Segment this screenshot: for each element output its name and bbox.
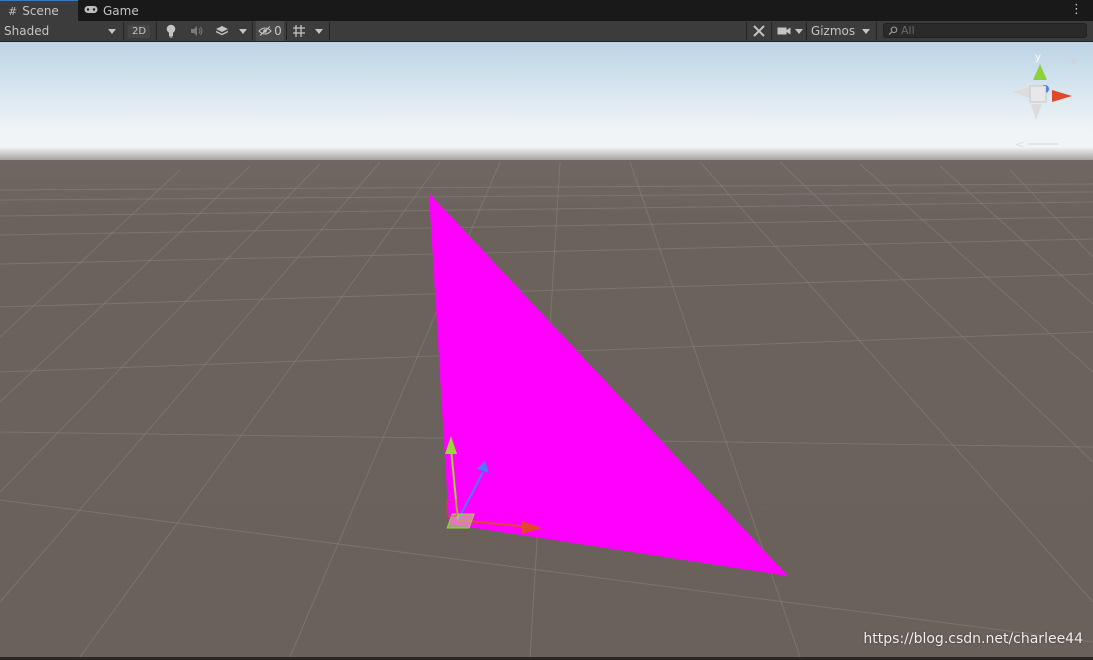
- chevron-down-icon: [315, 28, 323, 34]
- grid-toggle-button[interactable]: [289, 21, 309, 41]
- divider: [876, 22, 877, 40]
- gizmos-label: Gizmos: [810, 24, 856, 38]
- shading-mode-dropdown[interactable]: Shaded: [4, 21, 120, 41]
- tab-game[interactable]: Game: [84, 0, 144, 21]
- scene-search[interactable]: [883, 23, 1087, 38]
- sky: [0, 42, 1093, 164]
- tools-button[interactable]: [749, 21, 769, 41]
- shading-mode-value: Shaded: [4, 24, 50, 38]
- tab-scene-label: Scene: [22, 4, 59, 18]
- effects-toggle-button[interactable]: [211, 21, 233, 41]
- scene-toolbar: Shaded 2D 0 Gizmos: [0, 21, 1093, 42]
- lightbulb-icon: [166, 24, 176, 38]
- lighting-toggle-button[interactable]: [160, 21, 182, 41]
- camera-icon: [777, 27, 791, 35]
- grid-icon: [293, 25, 305, 37]
- gamepad-icon: [84, 4, 98, 17]
- toggle-2d-label: 2D: [127, 24, 151, 38]
- persp-indicator-icon[interactable]: <: [1015, 138, 1024, 151]
- tab-game-label: Game: [103, 3, 139, 18]
- camera-button[interactable]: [774, 21, 794, 41]
- watermark-text: https://blog.csdn.net/charlee44: [863, 631, 1083, 647]
- divider: [252, 22, 253, 40]
- divider: [329, 22, 330, 40]
- grid-dropdown[interactable]: [311, 21, 327, 41]
- chevron-down-icon: [795, 28, 803, 34]
- divider: [746, 22, 747, 40]
- eye-slash-icon: [258, 26, 272, 36]
- divider: [806, 22, 807, 40]
- divider: [286, 22, 287, 40]
- hidden-count: 0: [274, 24, 282, 38]
- layers-icon: [215, 26, 229, 36]
- more-options-icon[interactable]: ⋮: [1070, 3, 1083, 16]
- search-input[interactable]: [898, 24, 1084, 37]
- divider: [771, 22, 772, 40]
- editor-tab-bar: # Scene Game ⋮: [0, 0, 1093, 21]
- divider: [156, 22, 157, 40]
- chevron-down-icon: [862, 28, 870, 34]
- scene-canvas[interactable]: y <: [0, 42, 1093, 658]
- tab-scene[interactable]: # Scene: [0, 0, 78, 21]
- tools-icon: [753, 25, 765, 37]
- scene-viewport[interactable]: y < https://blog.csdn.net/charlee44: [0, 42, 1093, 658]
- chevron-down-icon: [239, 28, 247, 34]
- hash-icon: #: [8, 4, 18, 18]
- effects-dropdown[interactable]: [236, 21, 250, 41]
- orientation-y-label: y: [1035, 52, 1041, 63]
- camera-dropdown[interactable]: [793, 21, 805, 41]
- gizmos-dropdown[interactable]: [859, 21, 873, 41]
- gizmos-button[interactable]: Gizmos: [809, 21, 857, 41]
- audio-toggle-button[interactable]: [186, 21, 208, 41]
- speaker-icon: [191, 26, 203, 36]
- chevron-down-icon: [108, 28, 116, 34]
- search-icon: [888, 26, 898, 35]
- divider: [123, 22, 124, 40]
- hidden-objects-toggle[interactable]: 0: [256, 21, 284, 41]
- toggle-2d-button[interactable]: 2D: [127, 21, 151, 41]
